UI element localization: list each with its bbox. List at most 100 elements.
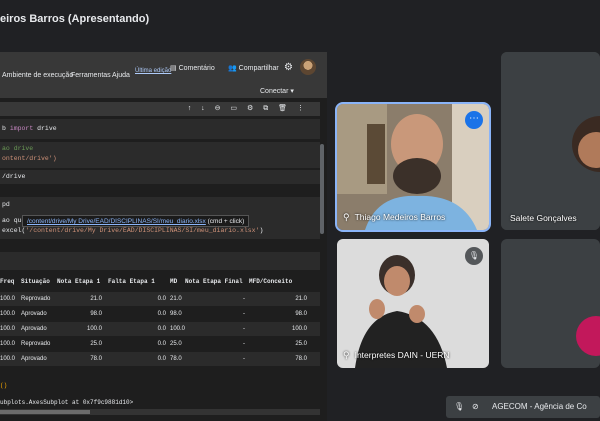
pin-icon[interactable]: ⚲ [343,350,350,360]
participant-name-thiago: ⚲ Thiago Medeiros Barros [343,212,445,223]
table-cell: 78.0 [90,356,102,362]
camera-off-icon[interactable]: ⊘ [472,402,479,411]
table-header-mfd: MFD/Conceito [249,278,293,285]
table-cell: Reprovado [21,296,51,302]
code-drive-line: /drive [2,173,26,180]
table-cell: 25.0 [295,341,307,347]
table-header-nota-final: Nota Etapa Final [185,278,243,285]
table-cell: 25.0 [170,341,182,347]
code-pandas-line: pd [2,201,10,208]
table-cell: 78.0 [170,356,182,362]
table-row: 100.0 Aprovado 78.0 0.0 78.0 - 78.0 [0,352,320,366]
table-cell: 0.0 [157,341,166,347]
table-row: 100.0 Aprovado 98.0 0.0 98.0 - 98.0 [0,307,320,321]
code-cell-import[interactable]: b import drive [0,119,320,139]
table-cell: 25.0 [90,341,102,347]
pin-icon[interactable]: ⚲ [343,212,350,222]
code-excel-suffix: ) [259,227,264,234]
avatar[interactable] [300,59,316,75]
shared-screen: Ambiente de execução Ferramentas Ajuda Ú… [0,52,327,421]
code-import-keyword: import [9,125,34,132]
table-cell: 21.0 [170,296,182,302]
share-button[interactable]: 👥 Compartilhar [228,64,279,72]
table-cell: 100.0 [0,311,16,317]
output-line-call: () [0,382,8,389]
table-row: 100.0 Aprovado 100.0 0.0 100.0 - 100.0 [0,322,320,336]
horizontal-scrollbar[interactable] [0,409,320,415]
tooltip-hint: (cmd + click) [207,218,245,225]
code-cell-drive-output[interactable]: /drive [0,170,320,184]
participant-name-salete: Salete Gonçalves [510,213,577,223]
table-cell: 98.0 [295,311,307,317]
table-cell: 0.0 [157,296,166,302]
gear-icon[interactable]: ⚙ [284,62,293,73]
table-cell: 21.0 [90,296,102,302]
people-icon: 👥 [228,65,239,72]
last-edit-link[interactable]: Última edição [135,68,171,75]
more-options-icon[interactable]: ⋯ [465,111,483,129]
table-row: 100.0 Reprovado 21.0 0.0 21.0 - 21.0 [0,292,320,306]
participant-label: Thiago Medeiros Barros [354,212,446,222]
presentation-title: eiros Barros (Apresentando) [0,13,150,25]
table-cell: Aprovado [21,326,47,332]
connect-label: Conectar [260,88,289,95]
table-cell: Reprovado [21,341,51,347]
code-excel-path: '/content/drive/My Drive/EAD/DISCIPLINAS… [25,227,260,234]
table-header-md: MD [170,278,178,285]
notification-text: AGECOM - Agência de Co [492,402,587,411]
output-line-subplot: ubplots.AxesSubplot at 0x7f9c9881d10> [0,399,134,406]
code-line-import: b import drive [2,125,57,132]
code-comment-drive: ao drive [2,145,34,152]
code-cell-empty[interactable] [0,252,320,270]
mic-off-icon[interactable]: 🎙 [454,402,464,411]
table-cell: Aprovado [21,311,47,317]
table-cell: 100.0 [0,356,16,362]
table-cell: 0.0 [157,311,166,317]
scrollbar-thumb[interactable] [0,410,90,414]
table-cell: 98.0 [170,311,182,317]
table-cell: 0.0 [157,326,166,332]
table-cell: - [243,341,245,347]
comment-button[interactable]: ▤ Comentário [170,64,215,72]
table-header-falta1: Falta Etapa 1 [108,278,155,285]
video-feed-salete [501,52,600,230]
menu-tools[interactable]: Ferramentas [71,72,111,79]
code-read-excel-line: excel('/content/drive/My Drive/EAD/DISCI… [2,227,263,234]
comment-label: Comentário [178,65,215,72]
cell-toolbar: ↑ ↓ ⊖ ▭ ⚙ ⧉ 🗑 ⋮ [0,102,320,116]
table-cell: 78.0 [295,356,307,362]
vertical-scrollbar[interactable] [320,144,324,234]
code-import-module: drive [37,125,57,132]
link-tooltip: /content/drive/My Drive/EAD/DISCIPLINAS/… [22,215,250,227]
table-cell: 100.0 [86,326,102,332]
connect-button[interactable]: Conectar ▾ [260,87,294,95]
menu-runtime[interactable]: Ambiente de execução [2,72,73,79]
participant-name-interpretes: ⚲ Interpretes DAIN - UERN [343,350,450,361]
code-mount-path: ontent/drive') [2,155,57,162]
cell-output: () ubplots.AxesSubplot at 0x7f9c9881d10> [0,382,133,406]
mic-off-icon: 🎙 [465,247,483,265]
table-cell: 100.0 [170,326,186,332]
table-cell: 100.0 [291,326,307,332]
presenting-notification[interactable]: 🎙 ⊘ AGECOM - Agência de Co [446,396,600,418]
table-header-freq: Freq [0,278,15,285]
table-cell: 100.0 [0,341,16,347]
table-cell: - [243,311,245,317]
code-excel-prefix: excel( [2,227,26,234]
code-cell-mount[interactable]: ao drive ontent/drive') [0,142,320,168]
table-cell: 100.0 [0,296,16,302]
table-header-situacao: Situação [21,278,50,285]
cell-toolbar-icons[interactable]: ↑ ↓ ⊖ ▭ ⚙ ⧉ 🗑 ⋮ [188,104,308,113]
colab-menubar: Ambiente de execução Ferramentas Ajuda Ú… [0,52,327,98]
menu-help[interactable]: Ajuda [112,72,130,79]
table-cell: 100.0 [0,326,16,332]
share-label: Compartilhar [238,65,279,72]
meet-top-bar: eiros Barros (Apresentando) [0,0,600,38]
table-cell: - [243,296,245,302]
table-cell: - [243,326,245,332]
table-header-nota1: Nota Etapa 1 [57,278,101,285]
video-tile-salete[interactable]: Salete Gonçalves [501,52,600,230]
table-row: 100.0 Reprovado 25.0 0.0 25.0 - 25.0 [0,337,320,351]
table-cell: 98.0 [90,311,102,317]
tooltip-link[interactable]: /content/drive/My Drive/EAD/DISCIPLINAS/… [27,218,206,225]
